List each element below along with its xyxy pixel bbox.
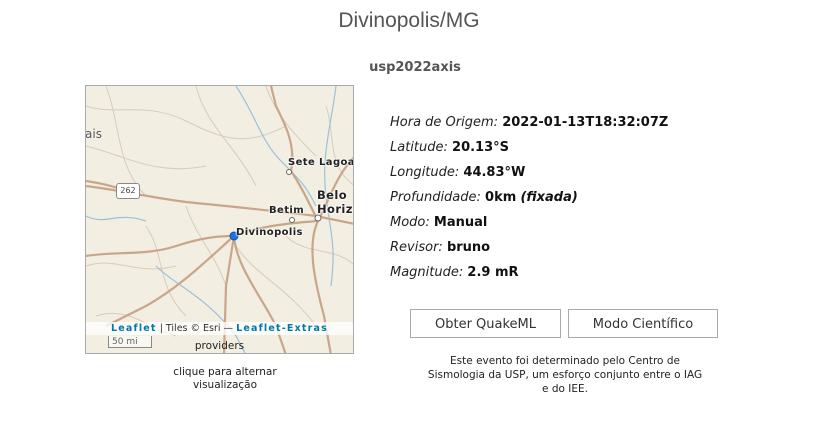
origin-time-row: Hora de Origem: 2022-01-13T18:32:07Z xyxy=(390,113,668,138)
city-label-horizonte: Horizo xyxy=(317,202,353,216)
depth-label: Profundidade: xyxy=(390,190,481,205)
origin-time-value: 2022-01-13T18:32:07Z xyxy=(502,115,669,130)
event-details: Hora de Origem: 2022-01-13T18:32:07Z Lat… xyxy=(390,113,668,288)
map-toggle-caption: clique para alternar visualização xyxy=(150,366,300,392)
credit-line: e do IEE. xyxy=(542,383,588,395)
longitude-label: Longitude: xyxy=(390,165,460,180)
event-map[interactable]: ais 262 Sete Lagoas Belo Horizo Betim Di… xyxy=(85,85,354,354)
caption-line: clique para alternar xyxy=(173,366,277,378)
scientific-mode-button[interactable]: Modo Científico xyxy=(568,309,718,338)
city-label-betim: Betim xyxy=(269,205,305,216)
highway-shield-icon: 262 xyxy=(116,183,140,199)
latitude-label: Latitude: xyxy=(390,140,448,155)
origin-time-label: Hora de Origem: xyxy=(390,115,499,130)
depth-fixed-note: (fixada) xyxy=(520,190,578,205)
magnitude-row: Magnitude: 2.9 mR xyxy=(390,263,668,288)
event-credit-note: Este evento foi determinado pelo Centro … xyxy=(415,354,715,396)
credit-line: Sismologia da USP, um esforço conjunto e… xyxy=(427,369,703,381)
city-label-belo: Belo xyxy=(317,188,348,202)
latitude-value: 20.13°S xyxy=(452,140,510,155)
leaflet-extras-link[interactable]: Leaflet-Extras xyxy=(236,323,328,334)
event-id: usp2022axis xyxy=(369,60,461,75)
magnitude-value: 2.9 mR xyxy=(467,265,519,280)
depth-row: Profundidade: 0km (fixada) xyxy=(390,188,668,213)
longitude-row: Longitude: 44.83°W xyxy=(390,163,668,188)
page-title: Divinopolis/MG xyxy=(338,9,480,32)
reviewer-label: Revisor: xyxy=(390,240,443,255)
city-label-sete-lagoas: Sete Lagoas xyxy=(288,157,354,168)
reviewer-row: Revisor: bruno xyxy=(390,238,668,263)
caption-line: visualização xyxy=(192,379,258,391)
magnitude-label: Magnitude: xyxy=(390,265,464,280)
leaflet-link[interactable]: Leaflet xyxy=(111,323,157,334)
credit-line: Este evento foi determinado pelo Centro … xyxy=(450,355,680,367)
map-tiles xyxy=(86,86,353,353)
map-label-fragment: ais xyxy=(85,127,102,141)
depth-value: 0km xyxy=(485,190,517,205)
map-attribution: Leaflet | Tiles © Esri — Leaflet-Extras xyxy=(86,322,353,335)
mode-row: Modo: Manual xyxy=(390,213,668,238)
reviewer-value: bruno xyxy=(446,240,491,255)
mode-value: Manual xyxy=(433,215,488,230)
mode-label: Modo: xyxy=(390,215,430,230)
tiles-credit: | Tiles © Esri — xyxy=(156,323,237,334)
city-label-divinopolis: Divinopolis xyxy=(236,227,303,238)
get-quakeml-button[interactable]: Obter QuakeML xyxy=(410,309,561,338)
longitude-value: 44.83°W xyxy=(463,165,526,180)
map-attribution-providers: providers xyxy=(194,340,245,352)
latitude-row: Latitude: 20.13°S xyxy=(390,138,668,163)
